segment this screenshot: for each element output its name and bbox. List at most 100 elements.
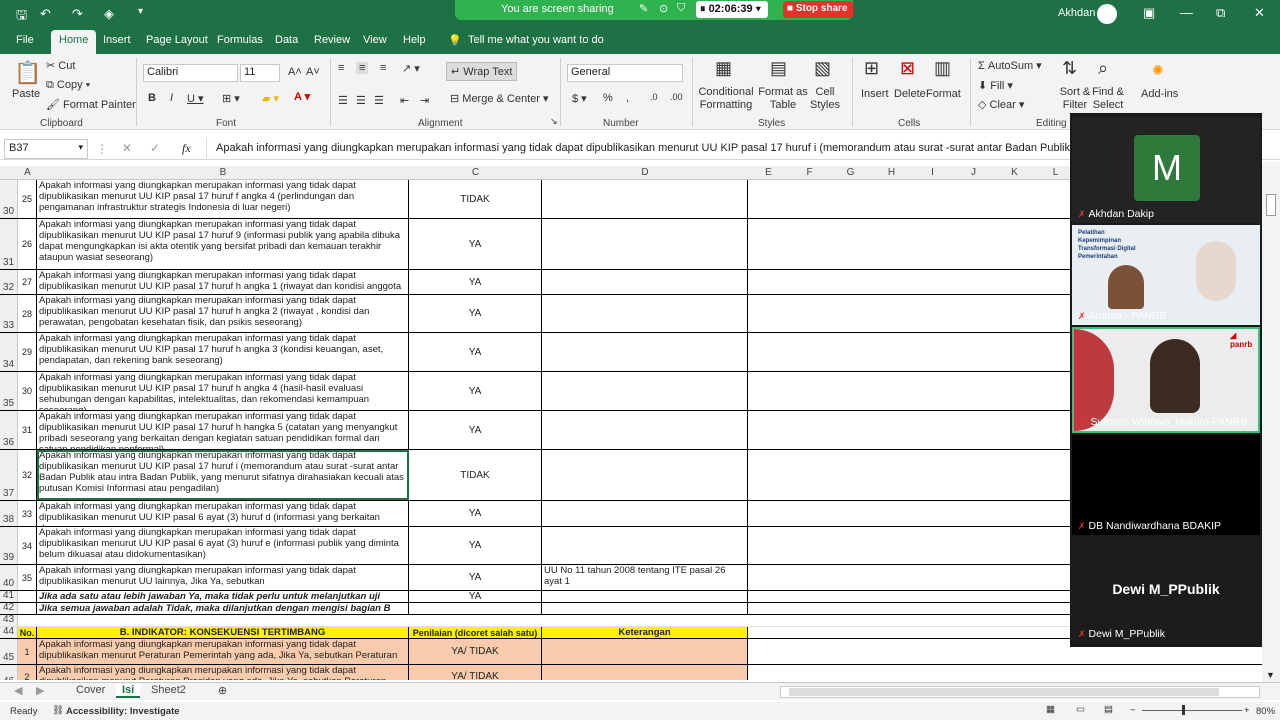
scroll-down-icon[interactable]: ▼: [1266, 670, 1275, 680]
format-painter-button[interactable]: 🖌 Format Painter: [46, 98, 136, 111]
find-select-button[interactable]: Find & Select: [1088, 86, 1128, 112]
bold-button[interactable]: B: [148, 92, 156, 104]
cell-question[interactable]: Apakah informasi yang diungkapkan merupa…: [37, 639, 409, 664]
cell-question-selected[interactable]: Apakah informasi yang diungkapkan merupa…: [37, 450, 409, 500]
cut-button[interactable]: ✂ Cut: [46, 59, 75, 72]
cell-no[interactable]: 2: [18, 665, 37, 680]
alignment-launcher-icon[interactable]: ↘: [550, 116, 558, 127]
next-sheet-icon[interactable]: ▶: [30, 684, 50, 697]
cell-answer[interactable]: YA: [409, 295, 542, 332]
name-box[interactable]: B37 ▾: [4, 139, 88, 159]
borders-icon[interactable]: ⊞ ▾: [222, 92, 240, 105]
row-header[interactable]: 38: [0, 501, 18, 526]
row-header[interactable]: 45: [0, 639, 18, 664]
cell-answer[interactable]: YA: [409, 411, 542, 449]
shrink-font-icon[interactable]: A˅: [306, 66, 320, 78]
cell-answer[interactable]: YA/ TIDAK: [409, 665, 542, 680]
column-header[interactable]: E: [748, 167, 789, 178]
row-header[interactable]: 36: [0, 411, 18, 449]
add-sheet-icon[interactable]: ⊕: [212, 684, 233, 697]
close-button[interactable]: ✕: [1254, 5, 1265, 21]
addins-icon[interactable]: ✺: [1152, 62, 1164, 79]
cell-question[interactable]: Apakah informasi yang diungkapkan merupa…: [37, 411, 409, 449]
cell-note[interactable]: [542, 270, 748, 294]
column-header[interactable]: H: [871, 167, 912, 178]
cell-no[interactable]: 34: [18, 527, 37, 564]
zoom-slider-thumb[interactable]: [1182, 705, 1185, 715]
decrease-indent-icon[interactable]: ⇤: [400, 94, 409, 107]
cell-answer[interactable]: YA: [409, 372, 542, 410]
redo-icon[interactable]: ↷: [72, 6, 83, 22]
font-size-select[interactable]: 11: [240, 64, 280, 82]
column-header[interactable]: F: [789, 167, 830, 178]
increase-decimal-icon[interactable]: .0: [650, 92, 658, 102]
align-left-icon[interactable]: ☰: [338, 94, 348, 107]
row-header[interactable]: 33: [0, 295, 18, 332]
cell-note[interactable]: [542, 527, 748, 564]
row-header[interactable]: 41: [0, 590, 18, 602]
grow-font-icon[interactable]: A˄: [288, 66, 302, 78]
cell-note[interactable]: [542, 603, 748, 614]
cell-answer[interactable]: YA/ TIDAK: [409, 639, 542, 664]
conditional-formatting-button[interactable]: Conditional Formatting: [698, 86, 754, 112]
cell-note[interactable]: [542, 333, 748, 371]
cell-no[interactable]: 28: [18, 295, 37, 332]
sheet-tab-isi[interactable]: Isi: [116, 684, 141, 698]
clear-button[interactable]: ◇ Clear ▾: [978, 98, 1024, 111]
cell-note[interactable]: [542, 372, 748, 410]
page-break-icon[interactable]: ▤: [1104, 704, 1113, 715]
cell-no[interactable]: 31: [18, 411, 37, 449]
font-color-icon[interactable]: A ▾: [294, 90, 310, 103]
align-center-icon[interactable]: ☰: [356, 94, 366, 107]
cell-question[interactable]: Apakah informasi yang diungkapkan merupa…: [37, 501, 409, 526]
cell-styles-icon[interactable]: ▧: [814, 58, 831, 79]
participant-tile[interactable]: Pelatihan Kepemimpinan Transformasi Digi…: [1072, 225, 1260, 325]
autosum-button[interactable]: Σ AutoSum ▾: [978, 59, 1042, 72]
cell-no[interactable]: 25: [18, 180, 37, 218]
cell-note[interactable]: [542, 501, 748, 526]
cell-no[interactable]: 27: [18, 270, 37, 294]
participant-tile[interactable]: M ✗ Akhdan Dakip: [1072, 117, 1260, 223]
cell-note[interactable]: [542, 665, 748, 680]
align-top-icon[interactable]: ≡: [338, 62, 344, 74]
align-middle-icon[interactable]: ≡: [356, 62, 369, 74]
sort-filter-icon[interactable]: ⇅: [1062, 58, 1077, 79]
participant-tile-active-speaker[interactable]: ◢ panrb ✗ Sutrisno Wibowo_Hukum-PANRB: [1072, 327, 1260, 433]
cell-note-text[interactable]: Jika semua jawaban adalah Tidak, maka di…: [37, 603, 409, 614]
row-header[interactable]: 40: [0, 565, 18, 590]
tab-formulas[interactable]: Formulas: [217, 34, 263, 46]
column-header[interactable]: C: [409, 167, 542, 178]
cell-question[interactable]: Apakah informasi yang diungkapkan merupa…: [37, 270, 409, 294]
conditional-formatting-icon[interactable]: ▦: [715, 58, 732, 79]
cell-answer[interactable]: YA: [409, 501, 542, 526]
font-name-select[interactable]: Calibri: [143, 64, 238, 82]
comma-icon[interactable]: ,: [626, 92, 629, 104]
formula-input[interactable]: Apakah informasi yang diungkapkan merupa…: [216, 142, 1082, 154]
cell-note[interactable]: UU No 11 tahun 2008 tentang ITE pasal 26…: [542, 565, 748, 590]
row-header[interactable]: 44: [0, 626, 18, 638]
insert-cells-icon[interactable]: ⊞: [864, 58, 879, 79]
sheet-tab-cover[interactable]: Cover: [70, 684, 111, 696]
column-header[interactable]: J: [953, 167, 994, 178]
find-icon[interactable]: ⌕: [1098, 58, 1108, 79]
column-header[interactable]: K: [994, 167, 1035, 178]
undo-icon[interactable]: ↶: [40, 6, 51, 22]
cell-answer[interactable]: [409, 603, 542, 614]
orientation-icon[interactable]: ↗ ▾: [402, 62, 420, 75]
page-layout-icon[interactable]: ▭: [1076, 704, 1085, 715]
highlight-icon[interactable]: ▰ ▾: [262, 92, 279, 105]
participant-tile[interactable]: ✗ DB Nandiwardhana BDAKIP: [1072, 435, 1260, 535]
number-format-select[interactable]: General: [567, 64, 683, 82]
cell-no[interactable]: 35: [18, 565, 37, 590]
merge-center-button[interactable]: ⊟ Merge & Center ▾: [450, 92, 549, 105]
ribbon-display-icon[interactable]: ▣: [1143, 5, 1155, 21]
italic-button[interactable]: I: [170, 92, 173, 104]
format-cells-icon[interactable]: ▥: [934, 58, 951, 79]
underline-button[interactable]: U ▾: [187, 92, 204, 105]
row-header[interactable]: 31: [0, 219, 18, 269]
tell-me-search[interactable]: Tell me what you want to do: [468, 34, 604, 46]
row-header[interactable]: 34: [0, 333, 18, 371]
cell-note-text[interactable]: Jika ada satu atau lebih jawaban Ya, mak…: [37, 591, 409, 602]
cell-question[interactable]: Apakah informasi yang diungkapkan merupa…: [37, 565, 409, 590]
percent-icon[interactable]: %: [603, 92, 613, 104]
